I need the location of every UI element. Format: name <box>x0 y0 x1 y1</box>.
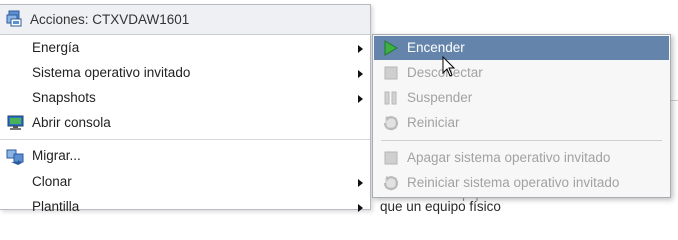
shutdown-guest-icon <box>382 150 400 166</box>
submenu-item-power-off[interactable]: Desconectar <box>374 61 669 85</box>
submenu-separator <box>381 140 662 141</box>
background-text: que un equipo físico <box>380 199 501 214</box>
menu-item-template[interactable]: Plantilla <box>0 195 370 220</box>
menu-item-energia[interactable]: Energía <box>0 36 370 61</box>
mouse-cursor-icon <box>442 55 458 78</box>
submenu-item-restart-guest[interactable]: Reiniciar sistema operativo invitado <box>374 171 669 195</box>
submenu-item-label: Reiniciar <box>407 115 460 130</box>
submenu-item-label: Suspender <box>407 90 473 105</box>
submenu-item-restart[interactable]: Reiniciar <box>374 111 669 135</box>
menu-item-open-console[interactable]: Abrir consola <box>0 111 370 136</box>
menu-item-clone[interactable]: Clonar <box>0 170 370 195</box>
menu-item-label: Energía <box>32 40 80 55</box>
menu-item-migrate[interactable]: Migrar... <box>0 144 370 169</box>
vm-icon <box>6 10 26 28</box>
restart-icon <box>382 115 400 131</box>
menu-item-snapshots[interactable]: Snapshots <box>0 86 370 111</box>
submenu-arrow-icon <box>358 45 363 53</box>
submenu-item-label: Reiniciar sistema operativo invitado <box>407 175 620 190</box>
power-submenu: Encender Desconectar Suspender Reiniciar <box>372 34 671 198</box>
submenu-item-label: Encender <box>407 40 465 55</box>
menu-item-label: Plantilla <box>32 199 80 214</box>
menu-item-label: Clonar <box>32 174 72 189</box>
submenu-item-suspend[interactable]: Suspender <box>374 86 669 110</box>
submenu-arrow-icon <box>358 204 363 212</box>
migrate-icon <box>6 147 26 165</box>
submenu-arrow-icon <box>358 95 363 103</box>
stop-icon <box>382 65 400 81</box>
menu-header: Acciones: CTXVDAW1601 <box>0 5 370 35</box>
menu-separator <box>0 139 370 140</box>
submenu-arrow-icon <box>358 70 363 78</box>
play-icon <box>382 40 400 56</box>
menu-title: Acciones: CTXVDAW1601 <box>30 12 190 27</box>
menu-item-label: Snapshots <box>32 90 96 105</box>
submenu-item-label: Apagar sistema operativo invitado <box>407 150 611 165</box>
pause-icon <box>382 90 400 106</box>
menu-item-label: Sistema operativo invitado <box>32 65 191 80</box>
restart-guest-icon <box>382 175 400 191</box>
submenu-item-shutdown-guest[interactable]: Apagar sistema operativo invitado <box>374 146 669 170</box>
menu-item-label: Abrir consola <box>32 115 111 130</box>
menu-item-guest-os[interactable]: Sistema operativo invitado <box>0 61 370 86</box>
submenu-arrow-icon <box>358 179 363 187</box>
menu-item-label: Migrar... <box>32 148 81 163</box>
actions-context-menu: Acciones: CTXVDAW1601 Energía Sistema op… <box>0 4 371 214</box>
console-icon <box>6 114 26 132</box>
submenu-item-power-on[interactable]: Encender <box>374 36 669 60</box>
